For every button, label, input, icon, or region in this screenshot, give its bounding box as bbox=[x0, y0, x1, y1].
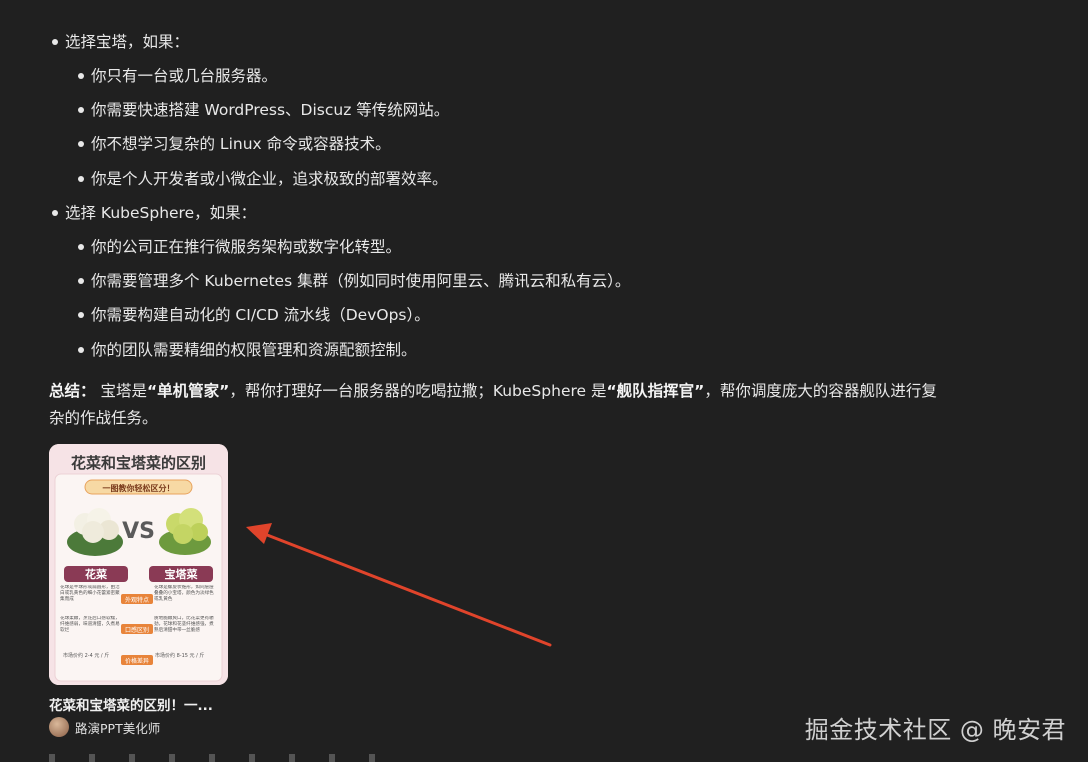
bullet-icon bbox=[78, 73, 84, 79]
avatar[interactable] bbox=[49, 717, 69, 737]
author-name[interactable]: 路演PPT美化师 bbox=[75, 718, 160, 737]
right-desc-1: 花球是螺旋状锥形，如同层层叠叠的小宝塔，颜色为淡绿色或乳黄色 bbox=[154, 585, 214, 602]
right-name: 宝塔菜 bbox=[165, 567, 199, 581]
summary-bold-1: “单机管家” bbox=[146, 382, 230, 400]
vs-label: VS bbox=[122, 519, 155, 544]
poster-title: 花菜和宝塔菜的区别 bbox=[71, 454, 206, 472]
bullet-icon bbox=[78, 176, 84, 182]
bullet-icon bbox=[78, 312, 84, 318]
bullet-icon bbox=[52, 39, 58, 45]
left-price: 市场价约 2-4 元 / 斤 bbox=[63, 652, 109, 659]
summary-paragraph: 总结： 宝塔是“单机管家”，帮你打理好一台服务器的吃喝拉撒；KubeSphere… bbox=[49, 382, 937, 427]
card-title[interactable]: 花菜和宝塔菜的区别！一... bbox=[49, 694, 213, 714]
left-desc-1: 花球是半球形或扁圆形，由洁白或乳黄色的细小花蕾紧密聚集而成 bbox=[60, 585, 120, 602]
card-author[interactable]: 路演PPT美化师 bbox=[49, 716, 160, 738]
bullet-icon bbox=[78, 107, 84, 113]
action-bar bbox=[49, 754, 409, 762]
right-price: 市场价约 8-15 元 / 斤 bbox=[155, 652, 204, 659]
poster-image: 花菜和宝塔菜的区别 一图教你轻松区分！ VS 花菜 宝塔菜 花球是半球形或扁圆形… bbox=[49, 444, 228, 685]
tag-price: 价格差异 bbox=[125, 657, 149, 665]
bullet-icon bbox=[78, 244, 84, 250]
bullet-icon bbox=[78, 347, 84, 353]
watermark: 掘金技术社区 @ 晚安君 bbox=[804, 716, 1066, 744]
bullet-icon bbox=[78, 278, 84, 284]
tag-appearance: 外观特点 bbox=[125, 596, 149, 604]
bullet-icon bbox=[52, 210, 58, 216]
summary-bold-2: “舰队指挥官” bbox=[606, 382, 705, 400]
bullet-icon bbox=[78, 141, 84, 147]
poster-subtitle: 一图教你轻松区分！ bbox=[103, 483, 175, 493]
summary-label: 总结： bbox=[49, 382, 96, 400]
left-desc-2: 花球柔嫩，烹饪后口感软糯，纤维感弱，味道清甜，久煮易软烂 bbox=[60, 616, 120, 633]
right-desc-2: 质地脆嫩爽口，比花菜更有嚼劲，花球和花茎纤维感强，煮熟后清甜中带一丝脆感 bbox=[154, 616, 214, 633]
article-image-card[interactable]: 花菜和宝塔菜的区别 一图教你轻松区分！ VS 花菜 宝塔菜 花球是半球形或扁圆形… bbox=[49, 444, 228, 685]
left-name: 花菜 bbox=[85, 567, 108, 581]
tag-texture: 口感区别 bbox=[125, 626, 149, 634]
